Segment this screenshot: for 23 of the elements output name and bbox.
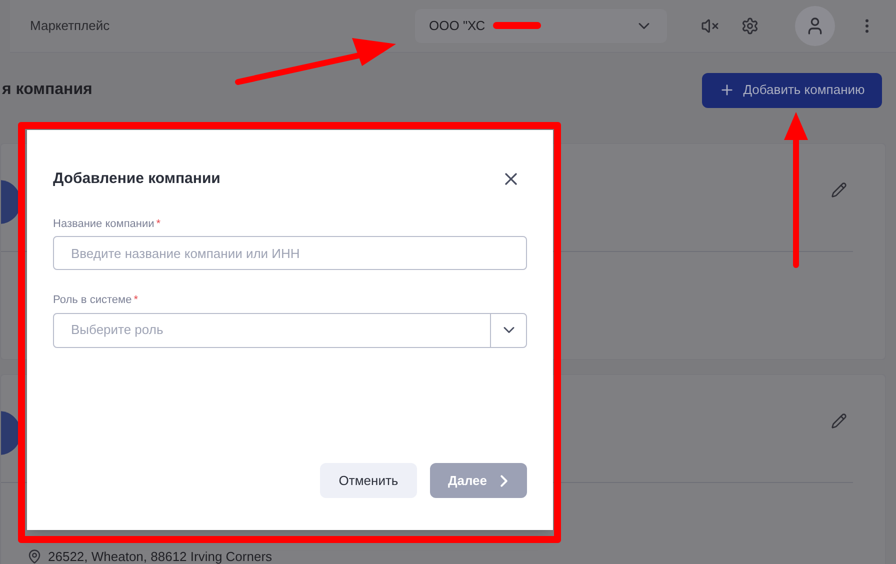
avatar[interactable] bbox=[795, 6, 835, 46]
company-address: 26522, Wheaton, 88612 Irving Corners bbox=[48, 548, 272, 564]
role-select[interactable]: Выберите роль bbox=[53, 312, 527, 348]
select-placeholder: Выберите роль bbox=[70, 321, 164, 340]
company-name: ООО "ХС bbox=[429, 17, 486, 36]
required-asterisk: * bbox=[134, 293, 138, 308]
company-select[interactable]: ООО "ХС bbox=[415, 9, 667, 43]
required-asterisk: * bbox=[156, 216, 161, 232]
edit-icon[interactable] bbox=[831, 182, 847, 198]
redaction-mark bbox=[493, 22, 541, 29]
field-label: Роль в системе bbox=[53, 293, 132, 308]
edit-icon[interactable] bbox=[831, 413, 847, 429]
modal-title: Добавление компании bbox=[53, 169, 220, 189]
company-name-input[interactable]: Введите название компании или ИНН bbox=[53, 236, 527, 270]
cancel-button[interactable]: Отменить bbox=[320, 463, 417, 498]
field-label: Название компании bbox=[53, 216, 154, 232]
mute-icon[interactable] bbox=[701, 17, 719, 35]
chevron-right-icon bbox=[499, 472, 510, 488]
settings-icon[interactable] bbox=[741, 17, 759, 35]
location-icon bbox=[27, 549, 42, 564]
app-title: Маркетплейс bbox=[30, 17, 111, 36]
page-title: я компания bbox=[2, 80, 92, 100]
add-company-button[interactable]: Добавить компанию bbox=[702, 72, 882, 108]
